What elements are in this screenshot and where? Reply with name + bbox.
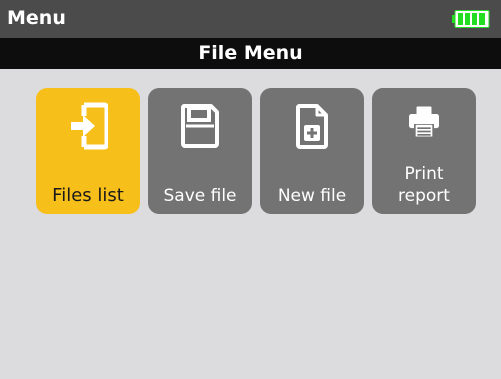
- battery-full-icon: [452, 10, 490, 28]
- save-file-button[interactable]: Save file: [148, 88, 252, 214]
- files-list-label: Files list: [52, 185, 124, 206]
- save-file-label: Save file: [163, 186, 237, 206]
- floppy-disk-icon: [181, 104, 219, 148]
- file-import-icon: [71, 102, 108, 150]
- new-document-icon: [296, 104, 328, 149]
- status-title: Menu: [7, 7, 66, 29]
- device-screen: Menu File Menu Files list Save file New …: [0, 0, 501, 379]
- print-report-button[interactable]: Print report: [372, 88, 476, 214]
- print-report-label: Print report: [398, 164, 450, 206]
- status-bar: Menu: [0, 0, 501, 38]
- new-file-button[interactable]: New file: [260, 88, 364, 214]
- new-file-label: New file: [277, 186, 347, 206]
- printer-icon: [409, 106, 439, 138]
- menu-header: File Menu: [0, 38, 501, 69]
- files-list-button[interactable]: Files list: [36, 88, 140, 214]
- page-title: File Menu: [198, 42, 303, 64]
